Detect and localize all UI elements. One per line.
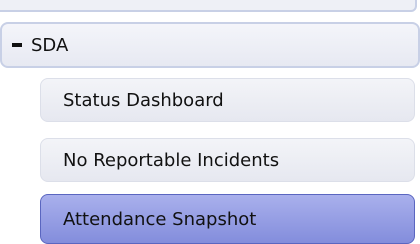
nav-group-label: SDA (31, 34, 69, 56)
navigation-menu: SDA Status Dashboard No Reportable Incid… (0, 0, 420, 244)
nav-item-label: No Reportable Incidents (63, 149, 280, 171)
nav-item-label: Status Dashboard (63, 89, 224, 111)
nav-item-previous[interactable] (0, 0, 417, 12)
nav-item-status-dashboard[interactable]: Status Dashboard (40, 78, 415, 122)
nav-group-sda[interactable]: SDA (0, 22, 420, 68)
nav-item-attendance-snapshot[interactable]: Attendance Snapshot (40, 194, 415, 244)
nav-item-label: Attendance Snapshot (63, 208, 257, 230)
nav-item-no-reportable-incidents[interactable]: No Reportable Incidents (40, 138, 415, 182)
minus-icon[interactable] (12, 43, 22, 47)
